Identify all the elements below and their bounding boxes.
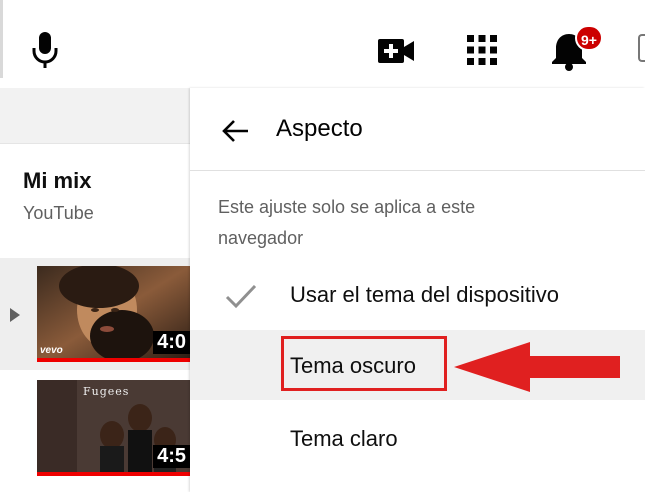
menu-header: Aspecto — [190, 88, 645, 171]
search-box-edge — [0, 0, 3, 78]
option-label: Usar el tema del dispositivo — [290, 282, 560, 307]
album-cover-text: Fugees — [83, 385, 130, 398]
scope-note: Este ajuste solo se aplica a este navega… — [218, 197, 476, 248]
create-video-icon[interactable] — [378, 36, 414, 66]
menu-title: Aspecto — [276, 115, 363, 142]
option-label: Tema claro — [290, 426, 398, 451]
video-thumbnail[interactable]: vevo 4:0 — [37, 266, 190, 362]
playlist-title[interactable]: Mi mix — [23, 168, 91, 194]
checkmark-icon — [225, 284, 257, 309]
now-playing-icon — [10, 308, 20, 322]
avatar-edge[interactable] — [638, 34, 645, 62]
notification-badge: 9+ — [575, 25, 603, 51]
watch-progress-bar — [37, 472, 190, 476]
option-device-theme[interactable]: Usar el tema del dispositivo — [190, 260, 645, 330]
option-light-theme[interactable]: Tema claro — [190, 402, 645, 472]
playlist-header-strip — [0, 88, 190, 144]
appearance-menu: Aspecto Este ajuste solo se aplica a est… — [190, 88, 645, 492]
vevo-watermark: vevo — [40, 345, 63, 356]
highlight-annotation-box — [281, 336, 447, 391]
video-duration: 4:5 — [153, 445, 190, 468]
annotation-arrow-icon — [454, 342, 620, 392]
back-arrow-icon[interactable] — [220, 116, 250, 146]
playlist-item[interactable]: vevo 4:0 — [0, 258, 190, 370]
video-duration: 4:0 — [153, 331, 190, 354]
mic-icon[interactable] — [30, 30, 60, 70]
playlist-channel[interactable]: YouTube — [23, 203, 94, 224]
video-thumbnail[interactable]: Fugees 4:5 — [37, 380, 190, 476]
top-bar: 9+ — [0, 0, 645, 88]
watch-progress-bar — [37, 358, 190, 362]
apps-grid-icon[interactable] — [466, 34, 498, 66]
playlist-item[interactable]: Fugees 4:5 — [0, 372, 190, 484]
